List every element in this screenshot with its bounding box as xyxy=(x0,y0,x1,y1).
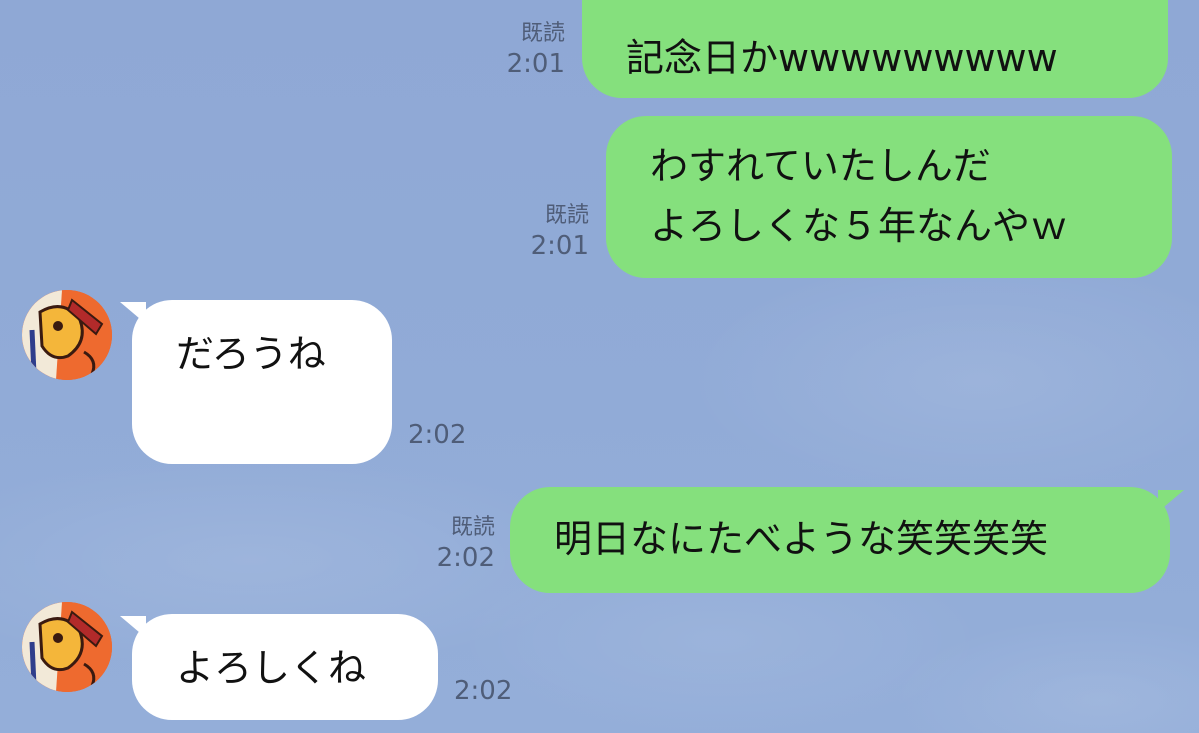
message-text: わすれていたしんだ xyxy=(650,144,991,188)
message-text: よろしくな５年なんやｗ xyxy=(650,204,1069,248)
read-receipt: 既読 xyxy=(520,21,565,46)
message-text: よろしくね xyxy=(176,646,367,690)
sent-message-bubble[interactable]: わすれていたしんだ よろしくな５年なんやｗ xyxy=(606,116,1172,278)
message-time: 2:01 xyxy=(506,48,565,79)
sent-message-bubble[interactable]: 明日なにたべような笑笑笑笑 xyxy=(510,487,1170,593)
sent-message-bubble[interactable]: 記念日かwwwwwwwww xyxy=(582,0,1168,98)
avatar-image xyxy=(22,290,112,380)
avatar[interactable] xyxy=(22,602,112,692)
message-meta: 既読 2:01 xyxy=(531,202,589,262)
message-meta: 既読 2:01 xyxy=(507,20,565,80)
bubble-tail xyxy=(1158,490,1184,512)
read-receipt: 既読 xyxy=(450,515,495,540)
chat-area[interactable]: 既読 2:01 記念日かwwwwwwwww 既読 2:01 わすれていたしんだ … xyxy=(0,0,1199,733)
message-time: 2:02 xyxy=(408,420,467,450)
message-text: だろうね xyxy=(176,332,326,376)
avatar[interactable] xyxy=(22,290,112,380)
received-message-bubble[interactable]: よろしくね xyxy=(132,614,438,720)
message-text: 記念日かwwwwwwwww xyxy=(626,36,1058,80)
message-time: 2:01 xyxy=(530,230,589,261)
message-text: 明日なにたべような笑笑笑笑 xyxy=(554,517,1049,561)
message-time: 2:02 xyxy=(436,542,495,573)
read-receipt: 既読 xyxy=(544,203,589,228)
message-time: 2:02 xyxy=(454,676,513,706)
avatar-image xyxy=(22,602,112,692)
message-meta: 既読 2:02 xyxy=(437,514,495,574)
received-message-bubble[interactable]: だろうね xyxy=(132,300,392,464)
